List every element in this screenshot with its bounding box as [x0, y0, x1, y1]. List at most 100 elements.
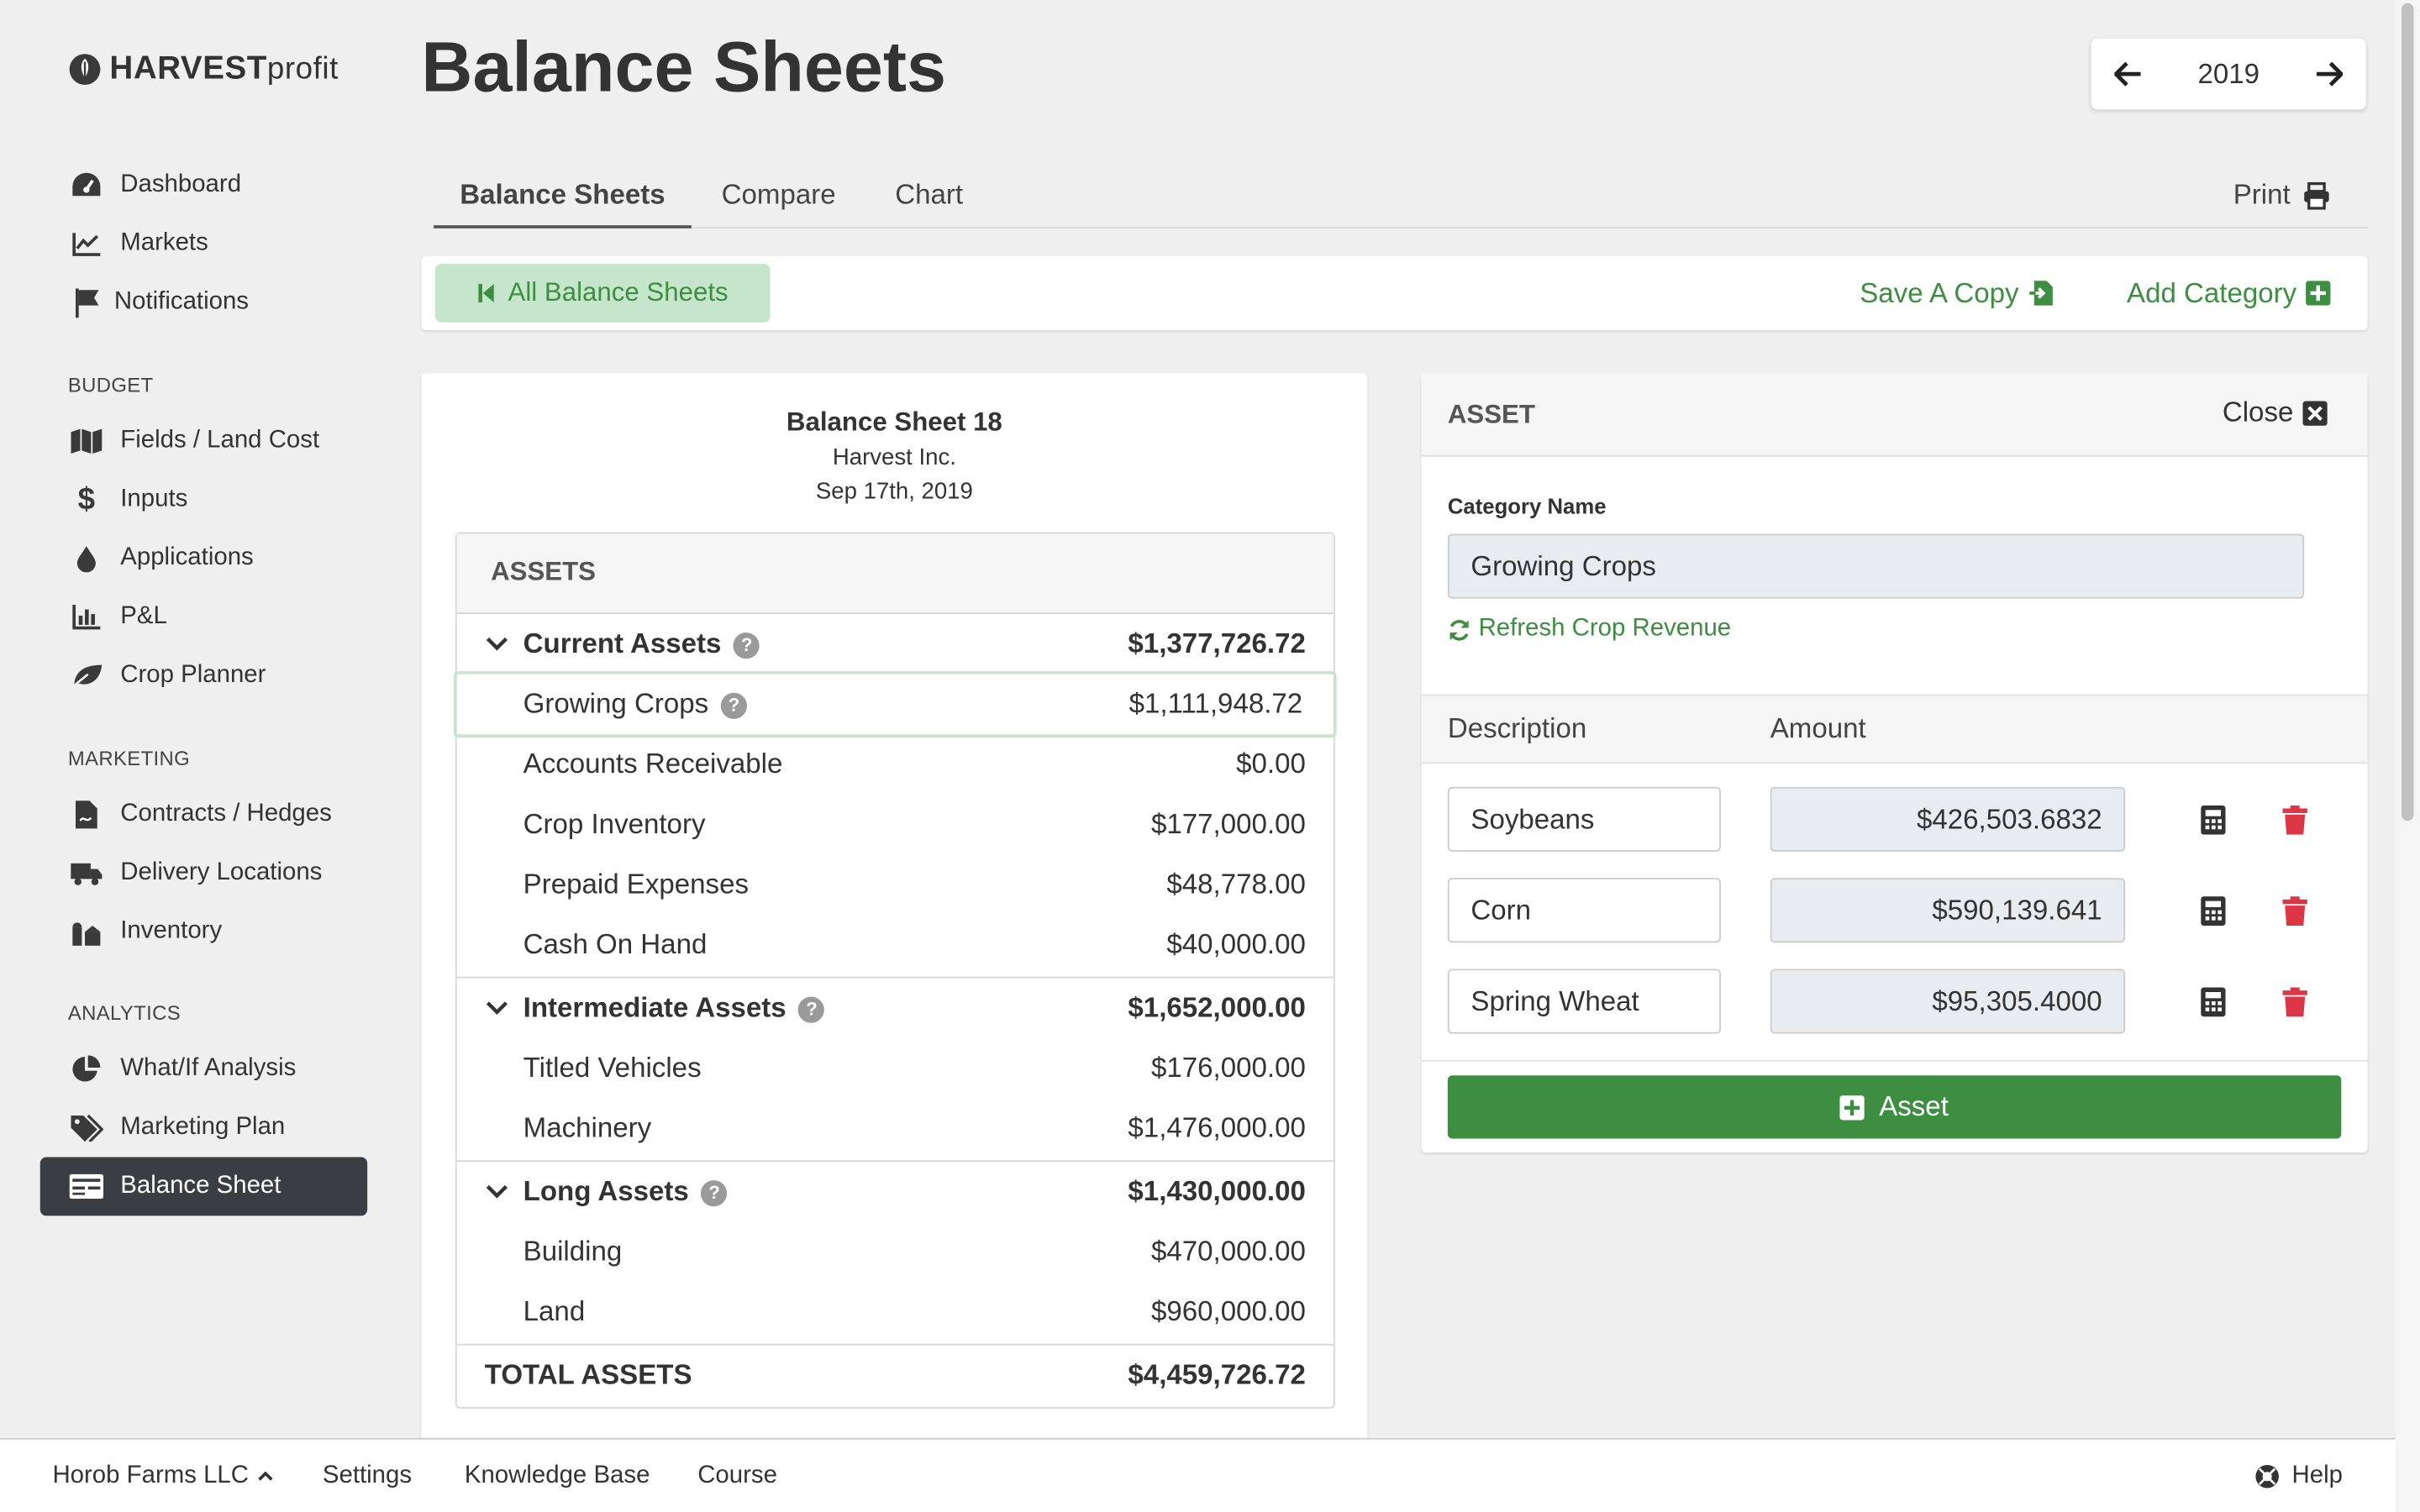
leaf-icon — [70, 659, 103, 692]
sidebar-item-what-if[interactable]: What/If Analysis — [40, 1040, 367, 1099]
description-input[interactable]: Soybeans — [1447, 786, 1721, 852]
editor-heading: ASSET — [1447, 399, 1535, 429]
trash-icon[interactable] — [2278, 802, 2312, 836]
sidebar-item-markets[interactable]: Markets — [40, 214, 367, 273]
help-icon[interactable]: ? — [734, 632, 760, 659]
balance-sheet-card: Balance Sheet 18 Harvest Inc. Sep 17th, … — [421, 373, 1368, 1512]
lifebuoy-icon — [2254, 1464, 2279, 1488]
sidebar-item-applications[interactable]: Applications — [40, 529, 367, 588]
sidebar-item-inventory[interactable]: Inventory — [40, 902, 367, 961]
sidebar-item-fields[interactable]: Fields / Land Cost — [40, 412, 367, 470]
table-row[interactable]: Cash On Hand $40,000.00 — [457, 915, 1334, 975]
table-row[interactable]: Crop Inventory $177,000.00 — [457, 795, 1334, 855]
sidebar-item-label: Dashboard — [120, 171, 242, 198]
previous-year-button[interactable] — [2091, 39, 2165, 109]
save-copy-label: Save A Copy — [1860, 276, 2019, 308]
trash-icon[interactable] — [2278, 893, 2312, 927]
organization-switcher[interactable]: Horob Farms LLC — [52, 1440, 273, 1512]
silo-icon — [70, 915, 103, 948]
scrollbar-thumb[interactable] — [2401, 3, 2414, 822]
table-row[interactable]: Building $470,000.00 — [457, 1222, 1334, 1283]
sidebar-item-label: Balance Sheet — [120, 1172, 281, 1200]
save-copy-button[interactable]: Save A Copy — [1860, 256, 2055, 330]
chevron-down-icon[interactable] — [486, 633, 508, 654]
group-total: $1,652,000.00 — [1128, 992, 1306, 1023]
row-name: Cash On Hand — [523, 928, 708, 960]
sidebar-item-crop-planner[interactable]: Crop Planner — [40, 647, 367, 706]
add-category-button[interactable]: Add Category — [2127, 256, 2331, 330]
row-amount: $176,000.00 — [1150, 1052, 1306, 1084]
table-row[interactable]: Machinery $1,476,000.00 — [457, 1099, 1334, 1159]
calculator-icon[interactable] — [2196, 802, 2230, 836]
close-button[interactable]: Close — [2223, 396, 2328, 429]
tab-balance-sheets[interactable]: Balance Sheets — [434, 164, 692, 228]
calculator-icon[interactable] — [2196, 893, 2230, 927]
sidebar-item-inputs[interactable]: $ Inputs — [40, 470, 367, 529]
refresh-crop-revenue-link[interactable]: Refresh Crop Revenue — [1448, 616, 1731, 643]
divider — [1421, 1059, 2368, 1062]
all-balance-sheets-button[interactable]: All Balance Sheets — [434, 264, 771, 323]
row-name: Growing Crops — [523, 688, 709, 719]
amount-input[interactable]: $95,305.4000 — [1770, 969, 2126, 1034]
sidebar-item-delivery-locations[interactable]: Delivery Locations — [40, 844, 367, 903]
editor-table-header: Description Amount — [1421, 694, 2368, 764]
add-asset-button[interactable]: Asset — [1447, 1075, 2342, 1139]
sidebar-item-pl[interactable]: P&L — [40, 588, 367, 647]
printer-icon — [2302, 181, 2330, 209]
group-total: $1,377,726.72 — [1128, 627, 1306, 659]
tab-chart[interactable]: Chart — [875, 164, 983, 227]
print-label: Print — [2233, 179, 2291, 210]
assets-table: ASSETS Current Assets? $1,377,726.72 Gro… — [453, 532, 1337, 1409]
category-name-label: Category Name — [1447, 493, 1607, 519]
group-row-current-assets[interactable]: Current Assets? $1,377,726.72 — [457, 614, 1334, 675]
row-amount: $960,000.00 — [1150, 1295, 1306, 1327]
chevron-down-icon[interactable] — [486, 997, 508, 1019]
sidebar-item-marketing-plan[interactable]: Marketing Plan — [40, 1099, 367, 1158]
amount-input[interactable]: $590,139.641 — [1770, 878, 2126, 943]
footer-link-settings[interactable]: Settings — [323, 1440, 412, 1512]
close-label: Close — [2222, 396, 2294, 428]
row-amount: $470,000.00 — [1150, 1236, 1306, 1267]
footer-link-course[interactable]: Course — [697, 1440, 777, 1512]
help-icon[interactable]: ? — [701, 1179, 728, 1206]
plus-square-icon — [1840, 1095, 1865, 1120]
group-row-long-assets[interactable]: Long Assets? $1,430,000.00 — [457, 1162, 1334, 1222]
table-row[interactable]: Accounts Receivable $0.00 — [457, 734, 1334, 795]
line-chart-icon — [70, 227, 103, 260]
calculator-icon[interactable] — [2196, 984, 2230, 1018]
trash-icon[interactable] — [2278, 984, 2312, 1018]
contract-file-icon — [70, 798, 103, 832]
sidebar-item-label: Inventory — [120, 917, 223, 945]
table-row[interactable]: Prepaid Expenses $48,778.00 — [457, 855, 1334, 916]
row-amount: $0.00 — [1236, 748, 1306, 780]
chevron-down-icon[interactable] — [486, 1180, 508, 1202]
tab-compare[interactable]: Compare — [705, 164, 851, 227]
table-row[interactable]: Titled Vehicles $176,000.00 — [457, 1038, 1334, 1099]
print-button[interactable]: Print — [2233, 164, 2331, 227]
column-description: Description — [1447, 712, 1587, 744]
add-category-label: Add Category — [2127, 276, 2297, 308]
sidebar-item-notifications[interactable]: Notifications — [40, 273, 367, 332]
help-button[interactable]: Help — [2254, 1440, 2343, 1512]
description-input[interactable]: Corn — [1447, 878, 1721, 943]
dollar-icon: $ — [77, 481, 96, 517]
group-name: Current Assets — [523, 627, 722, 659]
table-row[interactable]: Land $960,000.00 — [457, 1282, 1334, 1342]
sheet-title: Balance Sheet 18 — [786, 407, 1002, 437]
group-row-intermediate-assets[interactable]: Intermediate Assets? $1,652,000.00 — [457, 978, 1334, 1038]
description-input[interactable]: Spring Wheat — [1447, 969, 1721, 1034]
next-year-button[interactable] — [2292, 39, 2366, 109]
sidebar-item-dashboard[interactable]: Dashboard — [40, 156, 367, 215]
refresh-label: Refresh Crop Revenue — [1478, 615, 1732, 643]
all-balance-sheets-label: All Balance Sheets — [508, 277, 729, 307]
brand-logo[interactable]: HARVESTprofit — [68, 51, 339, 88]
help-icon[interactable]: ? — [720, 692, 748, 719]
footer-link-knowledge-base[interactable]: Knowledge Base — [465, 1440, 650, 1512]
sidebar-item-balance-sheet[interactable]: Balance Sheet — [39, 1157, 368, 1216]
amount-input[interactable]: $426,503.6832 — [1770, 786, 2126, 852]
help-label: Help — [2291, 1462, 2343, 1489]
sidebar-item-contracts[interactable]: Contracts / Hedges — [40, 785, 367, 844]
category-name-input[interactable]: Growing Crops — [1447, 533, 2305, 599]
help-icon[interactable]: ? — [798, 996, 825, 1023]
table-row-growing-crops[interactable]: Growing Crops? $1,111,948.72 — [453, 670, 1337, 738]
